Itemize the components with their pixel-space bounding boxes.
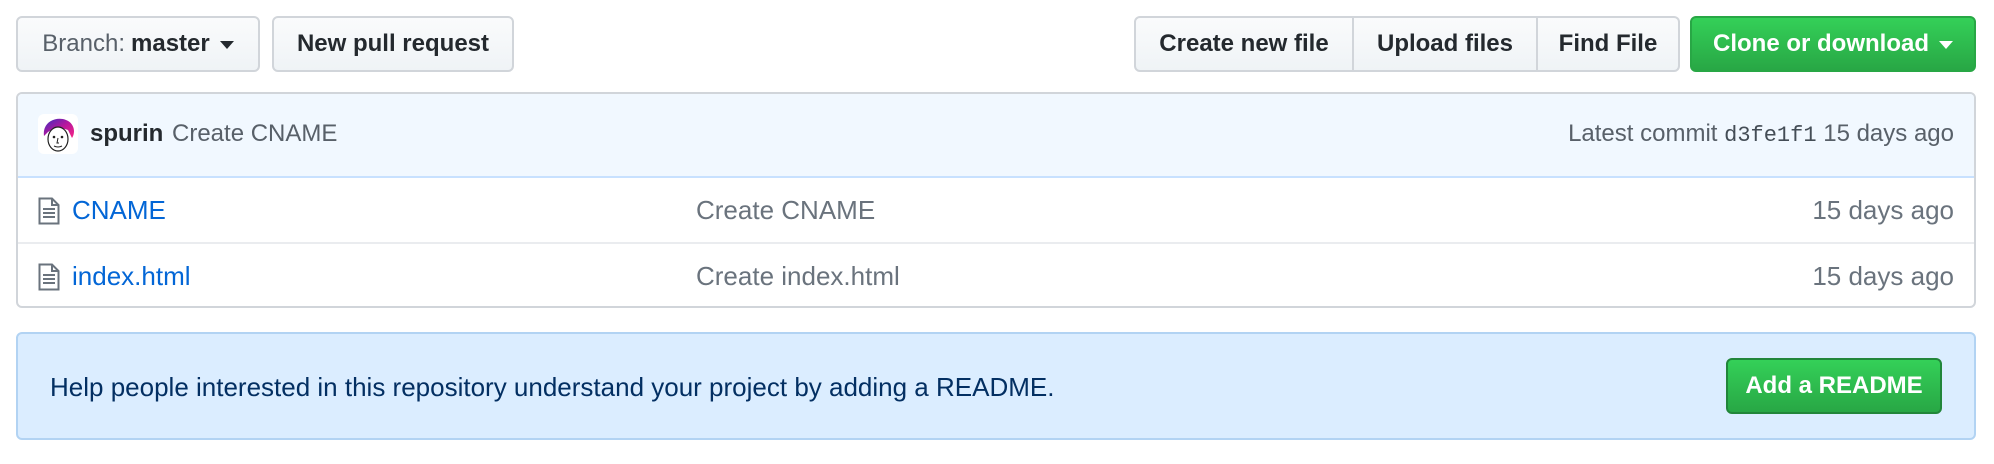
readme-prompt-text: Help people interested in this repositor… (50, 372, 1055, 402)
branch-select-button[interactable]: Branch: master (16, 16, 260, 72)
repo-file-browser: Branch: master New pull request Create n… (0, 0, 1994, 464)
caret-down-icon (1939, 41, 1953, 49)
new-pull-request-button[interactable]: New pull request (272, 16, 514, 72)
branch-label: Branch: (42, 30, 125, 57)
file-actions-group: Create new file Upload files Find File (1134, 16, 1680, 72)
latest-commit-label: Latest commit (1568, 120, 1718, 147)
clone-or-download-button[interactable]: Clone or download (1690, 16, 1976, 72)
commit-author-link[interactable]: spurin (90, 120, 163, 148)
upload-files-button[interactable]: Upload files (1354, 16, 1538, 72)
branch-name: master (131, 30, 210, 57)
file-commit-message-link[interactable]: Create CNAME (696, 195, 875, 226)
latest-commit-bar: spurin Create CNAME Latest commit d3fe1f… (18, 94, 1974, 178)
file-table: spurin Create CNAME Latest commit d3fe1f… (16, 92, 1976, 308)
file-icon (38, 263, 60, 291)
table-row: CNAME Create CNAME 15 days ago (18, 178, 1974, 244)
commit-message-link[interactable]: Create CNAME (172, 120, 337, 148)
clone-button-label: Clone or download (1713, 30, 1929, 57)
create-new-file-button[interactable]: Create new file (1134, 16, 1354, 72)
add-readme-button[interactable]: Add a README (1726, 358, 1942, 414)
commit-sha-link[interactable]: d3fe1f1 (1724, 123, 1816, 148)
file-name-link[interactable]: CNAME (72, 195, 166, 226)
file-age: 15 days ago (1812, 195, 1954, 225)
readme-prompt-banner: Help people interested in this repositor… (16, 332, 1976, 440)
table-row: index.html Create index.html 15 days ago (18, 244, 1974, 306)
find-file-button[interactable]: Find File (1538, 16, 1680, 72)
file-icon (38, 197, 60, 225)
caret-down-icon (219, 41, 234, 49)
file-commit-message-link[interactable]: Create index.html (696, 261, 900, 292)
file-age: 15 days ago (1812, 261, 1954, 291)
avatar[interactable] (38, 114, 78, 154)
commit-age: 15 days ago (1823, 120, 1954, 147)
latest-commit-info: Latest commit d3fe1f1 15 days ago (1568, 120, 1954, 148)
file-name-link[interactable]: index.html (72, 261, 191, 292)
